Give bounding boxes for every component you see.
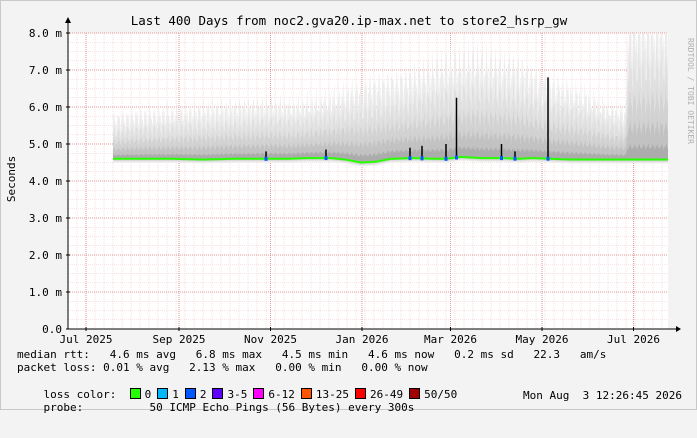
y-tick-label: 8.0 m: [29, 27, 62, 40]
probe-label: probe:: [43, 401, 84, 414]
timestamp: Mon Aug 3 12:26:45 2026: [523, 389, 682, 402]
loss-marker: [324, 156, 328, 161]
probe-text: 50 ICMP Echo Pings (56 Bytes) every 300s: [149, 401, 415, 414]
loss-marker: [420, 156, 424, 161]
x-tick-label: Nov 2025: [244, 333, 297, 346]
loss-marker: [500, 156, 503, 161]
y-axis-label: Seconds: [5, 156, 18, 202]
x-tick-label: Jul 2025: [60, 333, 113, 346]
median-rtt-stats: median rtt: 4.6 ms avg 6.8 ms max 4.5 ms…: [17, 348, 607, 361]
x-tick-labels: Jul 2025 Sep 2025 Nov 2025 Jan 2026 Mar 2026…: [60, 327, 660, 346]
x-tick-label: Sep 2025: [153, 333, 206, 346]
graph-frame: Last 400 Days from noc2.gva20.ip-max.net…: [0, 0, 697, 414]
loss-marker: [264, 156, 268, 161]
y-tick-label: 6.0 m: [29, 101, 62, 114]
x-tick-label: Jan 2026: [336, 333, 389, 346]
y-tick-label: 5.0 m: [29, 138, 62, 151]
packet-loss-stats: packet loss: 0.01 % avg 2.13 % max 0.00 …: [17, 361, 428, 374]
y-tick-labels: 0.01.0 m2.0 m3.0 m4.0 m5.0 m6.0 m7.0 m8.…: [29, 27, 70, 336]
y-axis-arrow: [65, 17, 71, 23]
x-tick-label: May 2026: [516, 333, 569, 346]
x-tick-label: Mar 2026: [424, 333, 477, 346]
y-tick-label: 1.0 m: [29, 286, 62, 299]
y-tick-label: 7.0 m: [29, 64, 62, 77]
loss-marker: [546, 156, 550, 161]
rtt-chart: Last 400 Days from noc2.gva20.ip-max.net…: [5, 13, 695, 346]
probe-info: probe: 50 ICMP Echo Pings (56 Bytes) eve…: [17, 389, 683, 438]
x-axis-arrow: [676, 326, 681, 332]
loss-marker: [513, 156, 517, 161]
loss-marker: [444, 156, 448, 161]
x-tick-label: Jul 2026: [607, 333, 660, 346]
y-tick-label: 3.0 m: [29, 212, 62, 225]
rrdtool-watermark: RRDTOOL / TOBI OETIKER: [686, 38, 695, 144]
loss-marker: [455, 155, 458, 160]
y-tick-label: 2.0 m: [29, 249, 62, 262]
y-tick-label: 4.0 m: [29, 175, 62, 188]
chart-title: Last 400 Days from noc2.gva20.ip-max.net…: [131, 13, 568, 28]
loss-marker: [408, 156, 412, 161]
